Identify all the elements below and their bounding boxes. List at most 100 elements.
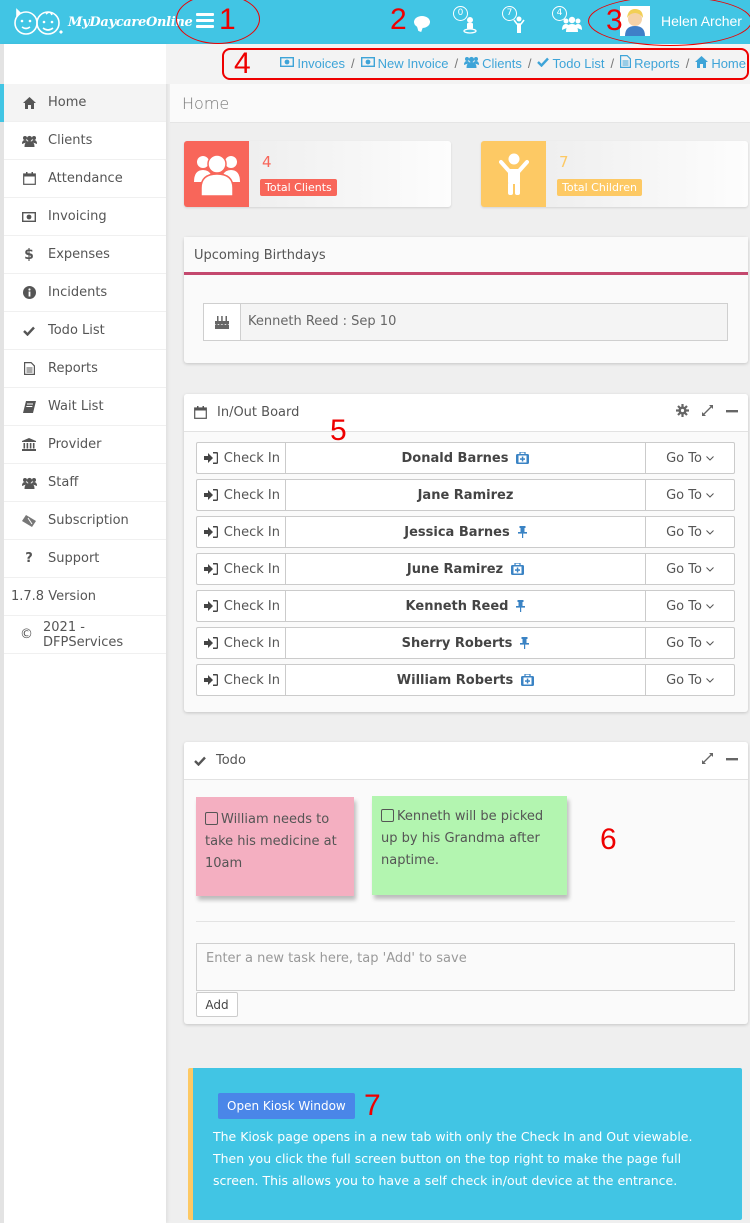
add-task-button[interactable]: Add [196, 992, 238, 1017]
check-in-label: Check In [223, 672, 280, 688]
sidebar-item-incidents[interactable]: Incidents [4, 274, 166, 312]
sidebar-item-home[interactable]: Home [0, 84, 166, 122]
child-name: June Ramirez [406, 561, 504, 577]
users-icon [20, 477, 38, 489]
sidebar-item-subscription[interactable]: Subscription [4, 502, 166, 540]
chevron-down-icon [706, 491, 714, 500]
todo-title: Todo [216, 753, 246, 768]
goto-label: Go To [666, 524, 702, 540]
check-in-button[interactable]: Check In [197, 443, 286, 473]
divider [196, 921, 735, 922]
new-task-input[interactable] [196, 943, 735, 991]
check-in-button[interactable]: Check In [197, 554, 286, 584]
todo-note[interactable]: William needs to take his medicine at 10… [196, 797, 354, 896]
brand-name: MyDaycareOnline [68, 14, 193, 30]
total-children-label: Total Children [557, 179, 642, 196]
todo-checkbox[interactable] [205, 812, 218, 825]
goto-dropdown[interactable]: Go To [645, 554, 734, 584]
child-icon [498, 153, 529, 195]
check-icon [20, 326, 38, 336]
expand-icon[interactable] [701, 752, 714, 765]
sidebar-item-support[interactable]: ? Support [4, 540, 166, 578]
child-name-cell[interactable]: Jessica Barnes [286, 517, 645, 547]
child-name-cell[interactable]: Donald Barnes [286, 443, 645, 473]
sidebar-item-label: Home [48, 95, 87, 110]
calendar-icon [20, 172, 38, 185]
goto-dropdown[interactable]: Go To [645, 591, 734, 621]
total-children-card[interactable]: 7 Total Children [481, 141, 748, 207]
bank-icon [20, 438, 38, 451]
goto-dropdown[interactable]: Go To [645, 517, 734, 547]
sidebar-item-provider[interactable]: Provider [4, 426, 166, 464]
inout-title: In/Out Board [217, 405, 300, 420]
money-icon [20, 211, 38, 222]
total-clients-card[interactable]: 4 Total Clients [184, 141, 451, 207]
dollar-icon: $ [24, 246, 34, 263]
minimize-icon[interactable] [726, 405, 738, 417]
todo-checkbox[interactable] [381, 809, 394, 822]
panel-title: Todo [194, 753, 246, 768]
child-icon [513, 16, 525, 33]
panel-header: Upcoming Birthdays [184, 237, 748, 275]
checked-in-notification[interactable]: 0 [453, 6, 483, 38]
clients-notification[interactable]: 4 [552, 6, 584, 38]
sidebar-nav: Home Clients Attendance Invoicing $ Expenses I… [0, 84, 166, 578]
inout-board-panel: In/Out Board Check In Donald Barnes Go To C… [184, 394, 748, 712]
sidebar-item-expenses[interactable]: $ Expenses [4, 236, 166, 274]
check-icon [194, 756, 206, 766]
checked-in-icon [463, 17, 477, 34]
sign-in-icon [203, 563, 218, 575]
chevron-down-icon [706, 454, 714, 463]
gear-icon[interactable] [676, 404, 689, 417]
child-name-cell[interactable]: Jane Ramirez [286, 480, 645, 510]
chevron-down-icon [706, 639, 714, 648]
medkit-icon [511, 563, 525, 575]
panel-title: Upcoming Birthdays [194, 248, 326, 263]
sidebar: Home Clients Attendance Invoicing $ Expenses I… [0, 44, 166, 1223]
sidebar-item-staff[interactable]: Staff [4, 464, 166, 502]
goto-dropdown[interactable]: Go To [645, 628, 734, 658]
inout-row: Check In Sherry Roberts Go To [196, 627, 735, 659]
goto-dropdown[interactable]: Go To [645, 443, 734, 473]
sidebar-item-wait-list[interactable]: Wait List [4, 388, 166, 426]
child-name-cell[interactable]: June Ramirez [286, 554, 645, 584]
child-name: Jane Ramirez [417, 487, 514, 503]
check-in-button[interactable]: Check In [197, 517, 286, 547]
sidebar-item-reports[interactable]: Reports [4, 350, 166, 388]
inout-row: Check In William Roberts Go To [196, 664, 735, 696]
check-in-button[interactable]: Check In [197, 480, 286, 510]
chevron-down-icon [706, 565, 714, 574]
sign-in-icon [203, 452, 218, 464]
sidebar-item-attendance[interactable]: Attendance [4, 160, 166, 198]
sidebar-item-todo-list[interactable]: Todo List [4, 312, 166, 350]
total-clients-label: Total Clients [260, 179, 337, 196]
goto-dropdown[interactable]: Go To [645, 480, 734, 510]
sidebar-spacer [4, 44, 166, 84]
check-in-button[interactable]: Check In [197, 628, 286, 658]
chat-icon[interactable] [414, 16, 430, 28]
check-in-button[interactable]: Check In [197, 591, 286, 621]
check-in-label: Check In [223, 524, 280, 540]
check-in-button[interactable]: Check In [197, 665, 286, 695]
goto-dropdown[interactable]: Go To [645, 665, 734, 695]
version-label: 1.7.8 Version [4, 578, 166, 616]
ticket-icon [20, 514, 38, 527]
sidebar-item-clients[interactable]: Clients [4, 122, 166, 160]
question-icon: ? [25, 551, 33, 566]
sidebar-item-invoicing[interactable]: Invoicing [4, 198, 166, 236]
check-in-label: Check In [223, 450, 280, 466]
brand-logo[interactable]: MyDaycareOnline [10, 6, 193, 38]
expand-icon[interactable] [701, 404, 714, 417]
total-children-value: 7 [559, 153, 569, 171]
child-name-cell[interactable]: Sherry Roberts [286, 628, 645, 658]
panel-header: Todo [184, 742, 748, 780]
minimize-icon[interactable] [726, 753, 738, 765]
medkit-icon [516, 452, 530, 464]
child-name-cell[interactable]: William Roberts [286, 665, 645, 695]
todo-note[interactable]: Kenneth will be picked up by his Grandma… [372, 796, 567, 895]
check-in-label: Check In [223, 598, 280, 614]
medkit-icon [521, 674, 535, 686]
open-kiosk-window-button[interactable]: Open Kiosk Window [218, 1093, 355, 1119]
child-name-cell[interactable]: Kenneth Reed [286, 591, 645, 621]
children-notification[interactable]: 7 [502, 6, 532, 38]
